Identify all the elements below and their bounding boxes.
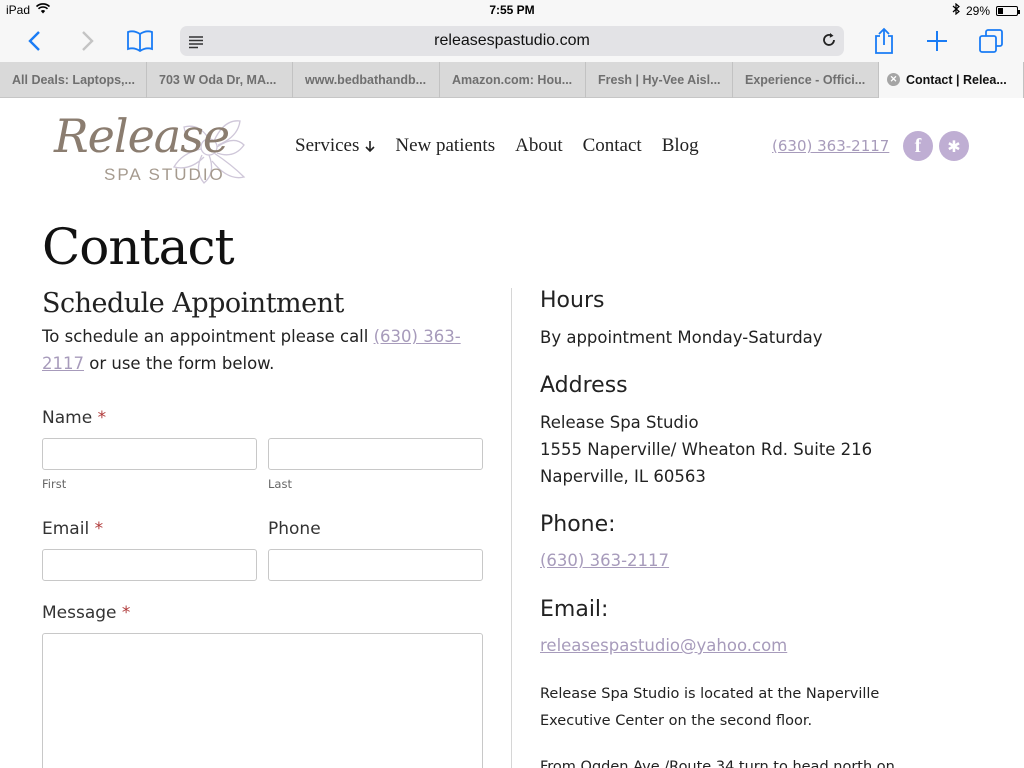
tab-label: Fresh | Hy-Vee Aisl...: [598, 73, 721, 87]
tab-label: 703 W Oda Dr, MA...: [159, 73, 277, 87]
status-bar: iPad 7:55 PM 29%: [0, 0, 1024, 20]
book-icon: [127, 30, 153, 52]
site-header: Release SPA STUDIO Services New patients…: [0, 99, 1024, 199]
directions-text: From Ogden Ave./Route 34 turn to head no…: [540, 759, 895, 768]
schedule-heading: Schedule Appointment: [42, 288, 344, 319]
email-heading: Email:: [540, 597, 609, 622]
nav-label: Services: [295, 135, 360, 156]
nav-new-patients[interactable]: New patients: [395, 135, 495, 157]
main-nav: Services New patients About Contact Blog: [295, 135, 699, 157]
address-bar[interactable]: releasespastudio.com: [180, 26, 844, 56]
tab-bedbath[interactable]: www.bedbathandb...: [293, 62, 440, 98]
nav-contact[interactable]: Contact: [583, 135, 642, 157]
name-label-text: Name: [42, 408, 93, 428]
tab-label: Amazon.com: Hou...: [452, 73, 573, 87]
hours-text: By appointment Monday-Saturday: [540, 328, 823, 347]
nav-services[interactable]: Services: [295, 135, 375, 157]
column-divider: [511, 288, 512, 768]
tabs-overview-button[interactable]: [975, 25, 1007, 57]
back-button[interactable]: [18, 25, 50, 57]
phone-input[interactable]: [268, 549, 483, 581]
battery-icon: [996, 5, 1020, 16]
nav-blog[interactable]: Blog: [662, 135, 699, 157]
tab-amazon[interactable]: Amazon.com: Hou...: [440, 62, 586, 98]
bookmarks-button[interactable]: [124, 25, 156, 57]
plus-icon: [927, 31, 947, 51]
phone-heading: Phone:: [540, 512, 616, 537]
reload-icon[interactable]: [820, 31, 838, 53]
close-tab-icon[interactable]: ✕: [887, 73, 900, 86]
arrow-down-icon: [365, 140, 375, 152]
message-label: Message *: [42, 603, 130, 623]
logo-sub-text: SPA STUDIO: [104, 165, 225, 184]
address-line-2: 1555 Naperville/ Wheaton Rd. Suite 216: [540, 440, 873, 459]
schedule-intro: To schedule an appointment please call (…: [42, 323, 484, 377]
address-line-3: Naperville, IL 60563: [540, 467, 706, 486]
forward-button[interactable]: [72, 25, 104, 57]
battery-level-fill: [998, 7, 1004, 14]
email-input[interactable]: [42, 549, 257, 581]
tab-experience[interactable]: Experience - Offici...: [733, 62, 879, 98]
location-line-1: Release Spa Studio is located at the Nap…: [540, 686, 880, 702]
hours-heading: Hours: [540, 288, 605, 313]
tab-contact-active[interactable]: ✕ Contact | Relea...: [879, 62, 1024, 98]
name-label: Name *: [42, 408, 106, 428]
required-mark: *: [94, 519, 104, 539]
intro-text: To schedule an appointment please call: [42, 327, 374, 346]
tab-label: Experience - Offici...: [745, 73, 866, 87]
email-link[interactable]: releasespastudio@yahoo.com: [540, 636, 787, 655]
phone-link[interactable]: (630) 363-2117: [540, 551, 669, 570]
tab-strip: All Deals: Laptops,... 703 W Oda Dr, MA.…: [0, 62, 1024, 98]
schedule-section: Schedule Appointment To schedule an appo…: [42, 288, 484, 377]
address-heading: Address: [540, 373, 628, 398]
tab-hyvee[interactable]: Fresh | Hy-Vee Aisl...: [586, 62, 733, 98]
last-name-input[interactable]: [268, 438, 483, 470]
new-tab-button[interactable]: [921, 25, 953, 57]
tab-label: www.bedbathandb...: [305, 73, 427, 87]
status-time: 7:55 PM: [489, 3, 535, 17]
message-label-text: Message: [42, 603, 117, 623]
email-label: Email *: [42, 519, 103, 539]
nav-label: Blog: [661, 135, 699, 156]
email-label-text: Email: [42, 519, 90, 539]
battery-percent: 29%: [965, 3, 990, 18]
nav-label: New patients: [395, 135, 496, 156]
chevron-left-icon: [28, 31, 40, 51]
yelp-icon[interactable]: ✱: [939, 131, 969, 161]
logo-script-text: Release: [54, 109, 230, 163]
last-sublabel: Last: [268, 477, 292, 491]
bluetooth-icon: [952, 2, 960, 18]
tab-label: Contact | Relea...: [906, 73, 1007, 87]
first-sublabel: First: [42, 477, 67, 491]
tab-label: All Deals: Laptops,...: [12, 73, 135, 87]
intro-text-after: or use the form below.: [84, 354, 275, 373]
browser-toolbar: releasespastudio.com: [0, 20, 1024, 62]
tab-oda-dr[interactable]: 703 W Oda Dr, MA...: [147, 62, 293, 98]
site-logo[interactable]: Release SPA STUDIO: [54, 105, 264, 189]
facebook-icon[interactable]: f: [903, 131, 933, 161]
required-mark: *: [97, 408, 107, 428]
chevron-right-icon: [82, 31, 94, 51]
header-phone-link[interactable]: (630) 363-2117: [772, 137, 889, 155]
page-title: Contact: [42, 218, 235, 276]
tab-all-deals[interactable]: All Deals: Laptops,...: [0, 62, 147, 98]
share-icon: [875, 27, 893, 54]
nav-label: About: [515, 135, 563, 156]
phone-label: Phone: [268, 519, 321, 539]
first-name-input[interactable]: [42, 438, 257, 470]
nav-about[interactable]: About: [515, 135, 563, 157]
address-line-1: Release Spa Studio: [540, 413, 699, 432]
tabs-icon: [979, 29, 1003, 53]
url-text: releasespastudio.com: [434, 32, 590, 49]
required-mark: *: [121, 603, 131, 623]
location-line-2: Executive Center on the second floor.: [540, 713, 813, 729]
message-textarea[interactable]: [42, 633, 483, 768]
nav-label: Contact: [582, 135, 642, 156]
share-button[interactable]: [868, 25, 900, 57]
